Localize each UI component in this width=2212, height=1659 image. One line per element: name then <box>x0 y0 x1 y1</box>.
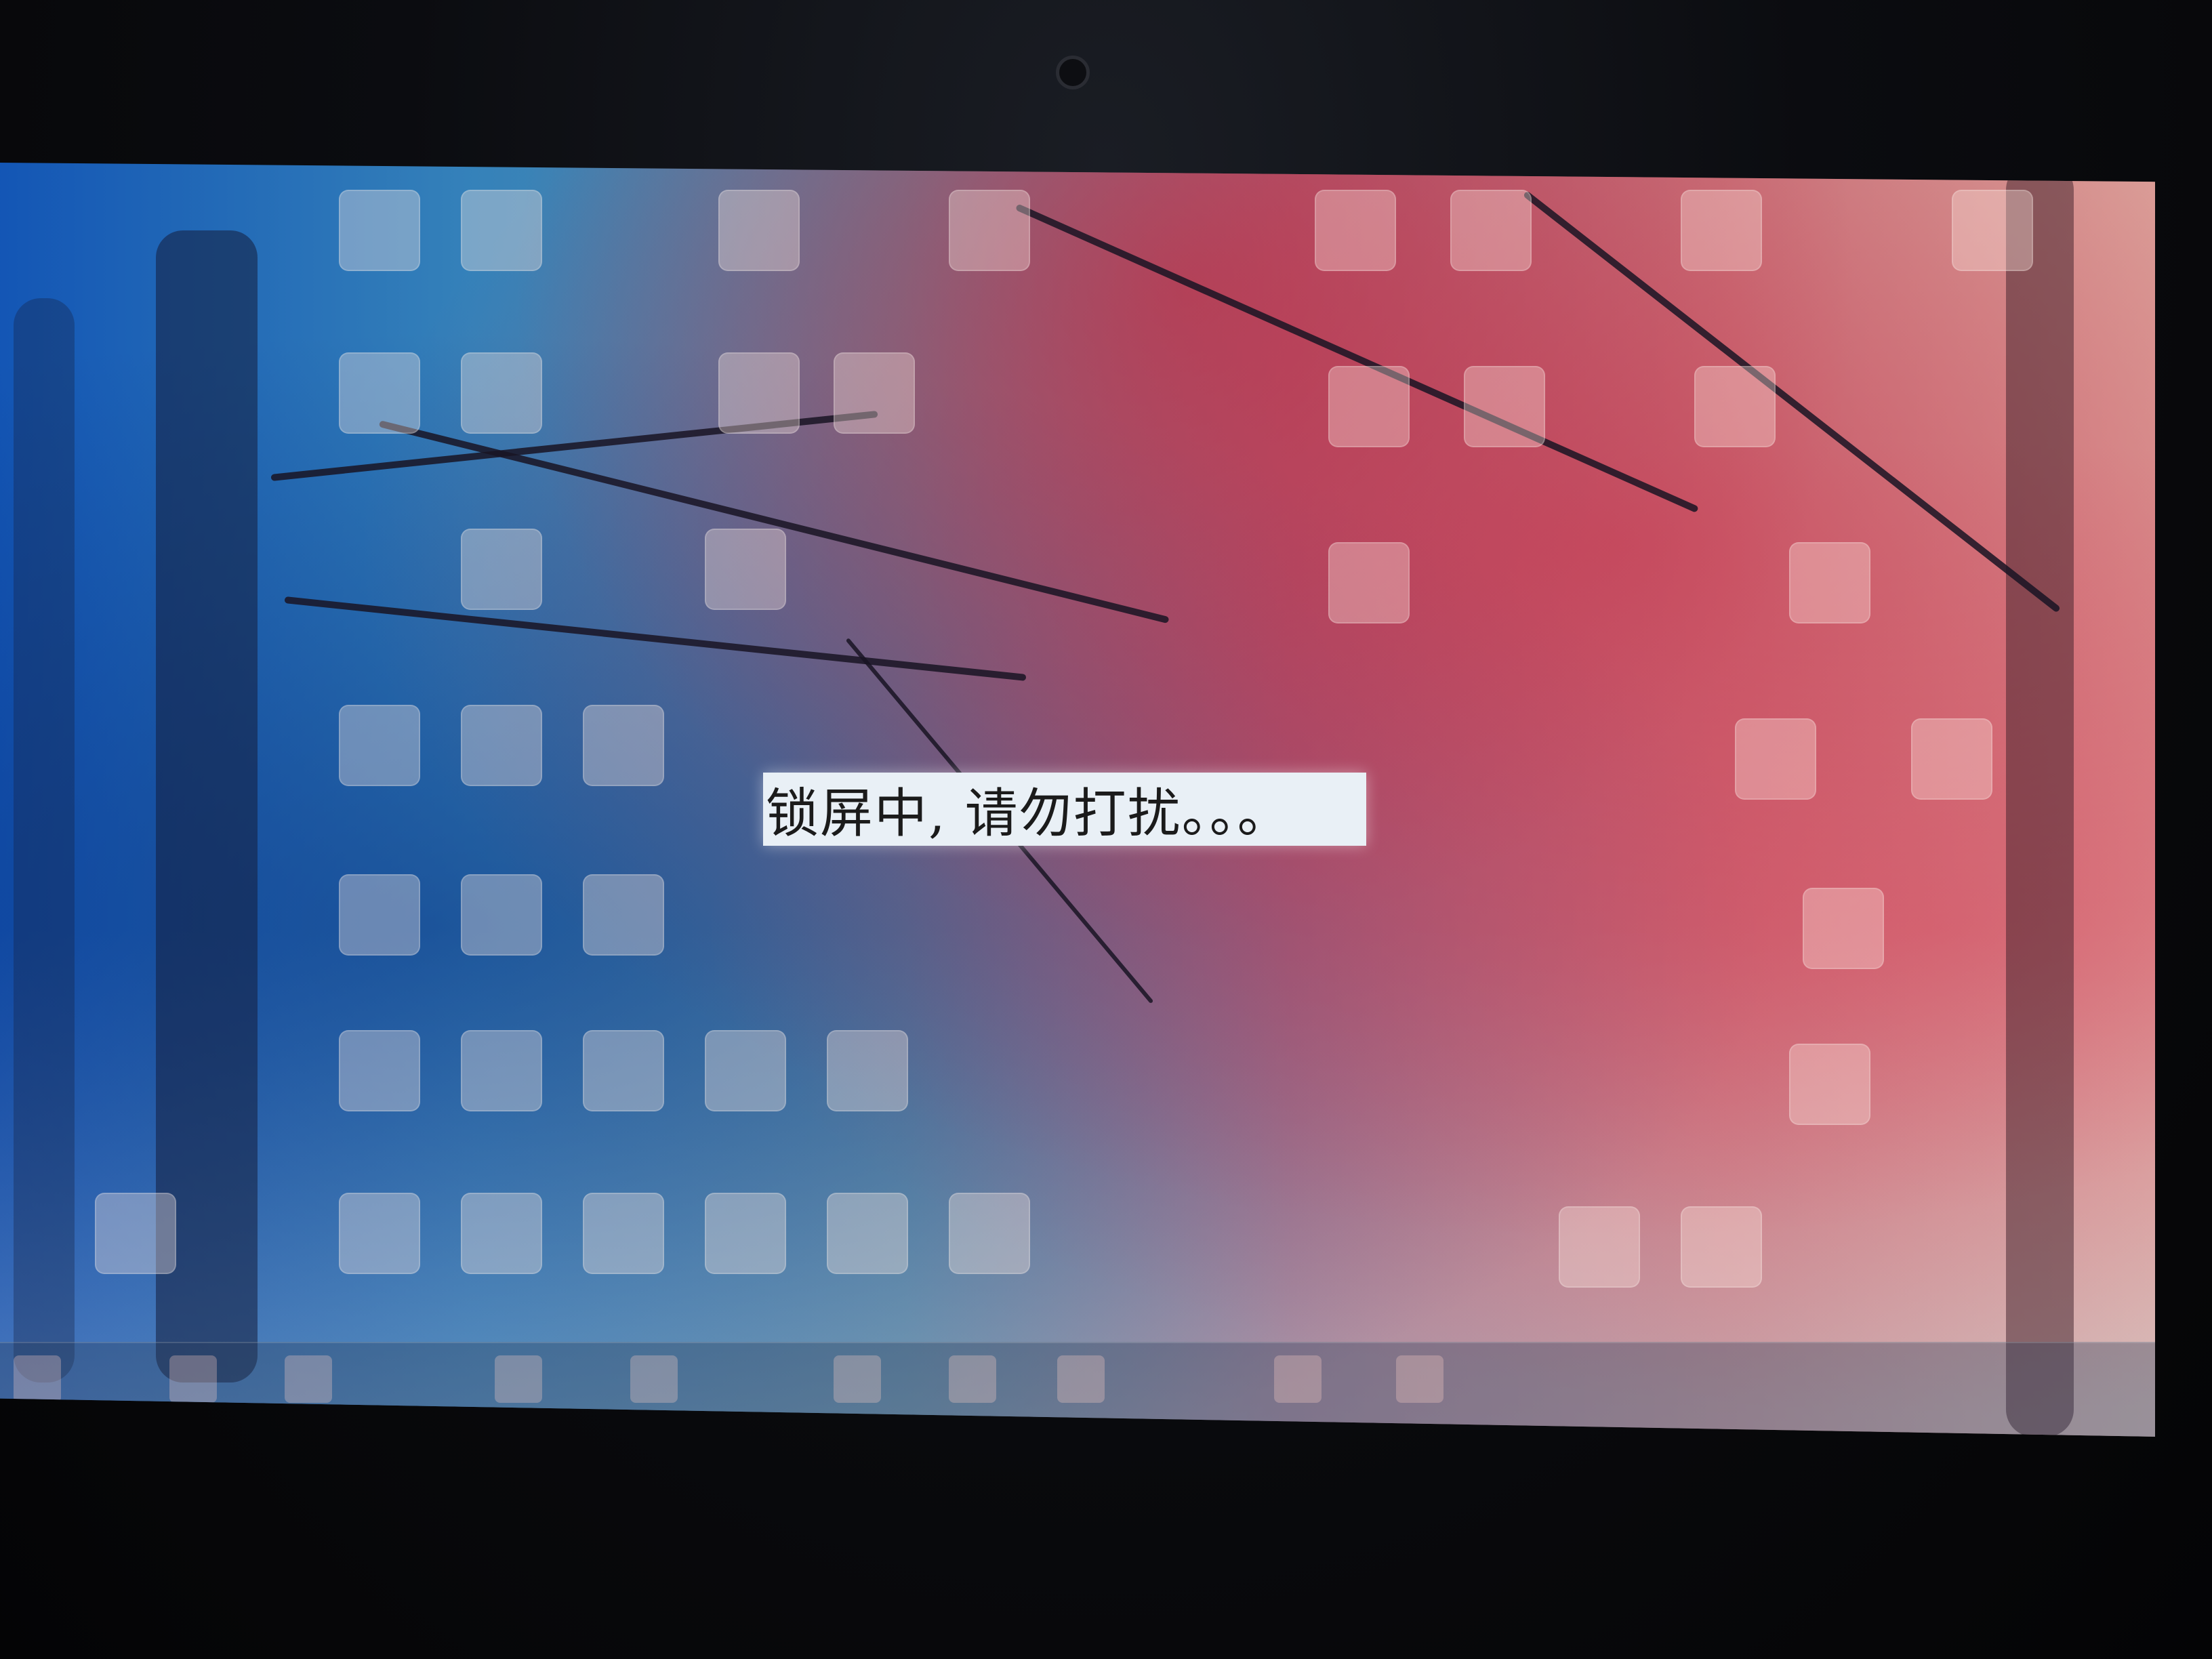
desktop-app-icon[interactable] <box>827 1030 908 1111</box>
desktop-app-icon[interactable] <box>339 874 420 956</box>
desktop-file-icon[interactable] <box>1694 366 1776 447</box>
desktop-file-icon[interactable] <box>339 352 420 434</box>
lock-message: 锁屏中, 请勿打扰。。。 <box>766 783 1292 844</box>
taskbar-app-icon[interactable] <box>169 1355 217 1403</box>
desktop-app-icon[interactable] <box>461 1193 542 1274</box>
taskbar-app-icon[interactable] <box>834 1355 881 1403</box>
desktop-app-icon[interactable] <box>718 352 800 434</box>
qq-icon[interactable] <box>461 705 542 786</box>
desktop-app-icon[interactable] <box>461 529 542 610</box>
webcam-icon <box>1056 56 1090 89</box>
desktop-file-icon[interactable] <box>1464 366 1545 447</box>
desktop-file-icon[interactable] <box>1450 190 1532 271</box>
desktop-file-icon[interactable] <box>1559 1206 1640 1288</box>
desktop-app-icon[interactable] <box>949 1193 1030 1274</box>
desktop-app-icon[interactable] <box>705 1193 786 1274</box>
lock-screen-banner: 锁屏中, 请勿打扰。。。 <box>763 773 1366 846</box>
desktop-file-icon[interactable] <box>1328 366 1410 447</box>
desktop-app-icon[interactable] <box>95 1193 176 1274</box>
taskbar-app-icon[interactable] <box>949 1355 996 1403</box>
desktop-file-icon[interactable] <box>1681 190 1762 271</box>
desktop-app-icon[interactable] <box>705 529 786 610</box>
desktop-file-icon[interactable] <box>1952 190 2033 271</box>
desktop-app-icon[interactable] <box>583 705 664 786</box>
desktop-app-icon[interactable] <box>583 1030 664 1111</box>
desktop-app-icon[interactable] <box>339 1030 420 1111</box>
desktop-app-icon[interactable] <box>583 1193 664 1274</box>
desktop-app-icon[interactable] <box>583 874 664 956</box>
desktop-app-icon[interactable] <box>834 352 915 434</box>
taskbar-app-icon[interactable] <box>285 1355 332 1403</box>
desktop-file-icon[interactable] <box>1803 888 1884 969</box>
desktop-file-icon[interactable] <box>1735 718 1816 800</box>
taskbar-app-icon[interactable] <box>1057 1355 1105 1403</box>
desktop-file-icon[interactable] <box>1789 542 1870 623</box>
desktop-app-icon[interactable] <box>339 1193 420 1274</box>
taskbar-app-icon[interactable] <box>14 1355 61 1403</box>
desktop-file-icon[interactable] <box>339 190 420 271</box>
desktop-app-icon[interactable] <box>705 1030 786 1111</box>
taskbar-app-icon[interactable] <box>495 1355 542 1403</box>
taskbar-app-icon[interactable] <box>630 1355 678 1403</box>
desktop-app-icon[interactable] <box>461 874 542 956</box>
desktop-app-icon[interactable] <box>461 1030 542 1111</box>
desktop-file-icon[interactable] <box>1911 718 1992 800</box>
taskbar-app-icon[interactable] <box>1396 1355 1443 1403</box>
desktop-file-icon[interactable] <box>461 190 542 271</box>
desktop-app-icon[interactable] <box>827 1193 908 1274</box>
desktop-app-icon[interactable] <box>339 705 420 786</box>
desktop-file-icon[interactable] <box>718 190 800 271</box>
desktop-app-icon[interactable] <box>461 352 542 434</box>
desktop-file-icon[interactable] <box>1789 1044 1870 1125</box>
desktop-file-icon[interactable] <box>1328 542 1410 623</box>
taskbar-app-icon[interactable] <box>1274 1355 1322 1403</box>
desktop-file-icon[interactable] <box>1315 190 1396 271</box>
desktop-file-icon[interactable] <box>949 190 1030 271</box>
desktop-file-icon[interactable] <box>1681 1206 1762 1288</box>
